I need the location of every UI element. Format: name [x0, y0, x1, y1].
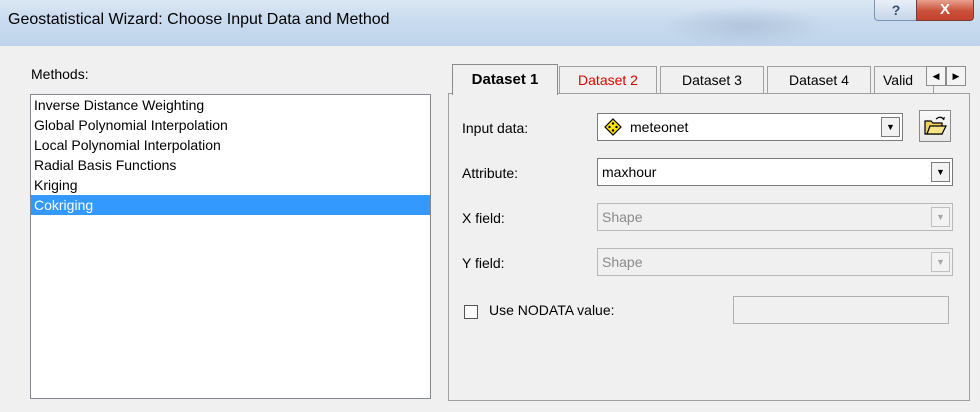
chevron-down-icon: ▼	[931, 252, 950, 272]
chevron-down-icon[interactable]: ▼	[881, 117, 900, 137]
point-layer-diamond-icon	[604, 118, 622, 136]
tab-dataset-2[interactable]: Dataset 2	[559, 66, 657, 94]
browse-button[interactable]	[919, 110, 951, 142]
x-field-value: Shape	[602, 209, 643, 225]
title-bar-glass	[660, 6, 830, 46]
input-data-value: meteonet	[630, 119, 689, 135]
list-item[interactable]: Cokriging	[31, 195, 430, 215]
y-field-label: Y field:	[462, 255, 505, 271]
close-button[interactable]: X	[916, 0, 974, 21]
nodata-checkbox[interactable]	[464, 305, 478, 319]
methods-label: Methods:	[31, 66, 89, 82]
list-item[interactable]: Kriging	[31, 175, 430, 195]
nodata-value-field	[733, 296, 949, 324]
input-data-label: Input data:	[462, 120, 529, 136]
dataset-tabs: Dataset 1 Dataset 2 Dataset 3 Dataset 4 …	[448, 64, 976, 95]
y-field-value: Shape	[602, 254, 643, 270]
x-field-combo: Shape ▼	[597, 203, 953, 231]
tab-dataset-1[interactable]: Dataset 1	[452, 64, 558, 95]
triangle-right-icon: ▶	[952, 71, 960, 81]
attribute-combo[interactable]: maxhour ▼	[597, 158, 953, 186]
tab-validation[interactable]: Valid	[874, 66, 934, 94]
tab-dataset-3[interactable]: Dataset 3	[660, 66, 764, 94]
attribute-value: maxhour	[602, 164, 657, 180]
x-field-label: X field:	[462, 210, 505, 226]
open-folder-icon	[924, 116, 947, 135]
methods-list[interactable]: Inverse Distance Weighting Global Polynom…	[30, 94, 431, 399]
list-item[interactable]: Local Polynomial Interpolation	[31, 135, 430, 155]
list-item[interactable]: Global Polynomial Interpolation	[31, 115, 430, 135]
nodata-label: Use NODATA value:	[489, 302, 615, 318]
tab-scroll-right-button[interactable]: ▶	[946, 66, 966, 86]
list-item[interactable]: Radial Basis Functions	[31, 155, 430, 175]
attribute-label: Attribute:	[462, 165, 519, 181]
triangle-left-icon: ◀	[932, 71, 940, 81]
tab-scroll-left-button[interactable]: ◀	[926, 66, 946, 86]
window-title: Geostatistical Wizard: Choose Input Data…	[8, 11, 390, 28]
input-data-combo[interactable]: meteonet ▼	[597, 113, 903, 141]
y-field-combo: Shape ▼	[597, 248, 953, 276]
tab-dataset-4[interactable]: Dataset 4	[767, 66, 871, 94]
chevron-down-icon: ▼	[931, 207, 950, 227]
list-item[interactable]: Inverse Distance Weighting	[31, 95, 430, 115]
help-button[interactable]: ?	[874, 0, 918, 21]
chevron-down-icon[interactable]: ▼	[931, 162, 950, 182]
title-bar[interactable]: Geostatistical Wizard: Choose Input Data…	[0, 0, 980, 46]
dataset-panel: Input data: meteonet ▼ Attribute: maxhou…	[448, 93, 970, 401]
